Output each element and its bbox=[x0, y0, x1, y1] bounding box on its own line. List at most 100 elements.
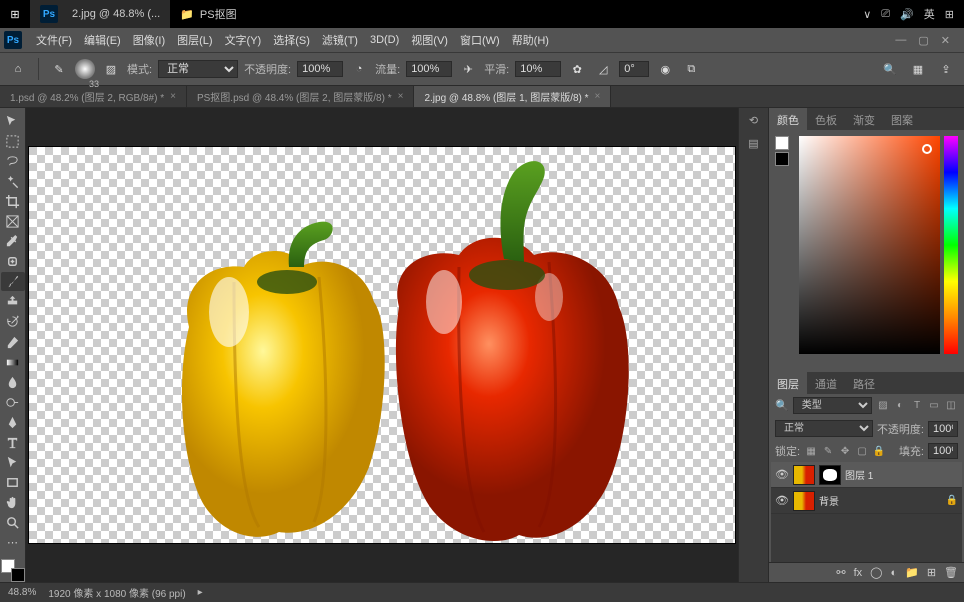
document-tab[interactable]: 1.psd @ 48.2% (图层 2, RGB/8#) *× bbox=[0, 86, 187, 107]
close-icon[interactable]: × bbox=[398, 91, 404, 102]
close-button[interactable]: ✕ bbox=[941, 34, 950, 47]
rectangle-tool[interactable] bbox=[1, 473, 25, 492]
minimize-button[interactable]: — bbox=[895, 34, 906, 47]
taskbar-item-photoshop[interactable]: Ps 2.jpg @ 48.8% (... bbox=[30, 0, 170, 28]
filter-shape-icon[interactable]: ▭ bbox=[927, 399, 941, 413]
panel-foreground-color[interactable] bbox=[775, 136, 789, 150]
tray-ime-icon[interactable]: 英 bbox=[924, 6, 935, 22]
lock-transparent-icon[interactable]: ▦ bbox=[804, 444, 818, 458]
document-tab[interactable]: PS抠图.psd @ 48.4% (图层 2, 图层蒙版/8) *× bbox=[187, 86, 415, 107]
tab-paths[interactable]: 路径 bbox=[845, 372, 883, 394]
layer-name[interactable]: 背景 bbox=[819, 493, 839, 508]
windows-start-button[interactable]: ⊞ bbox=[0, 0, 30, 28]
properties-panel-icon[interactable]: ▤ bbox=[748, 137, 758, 150]
edit-toolbar[interactable]: ⋯ bbox=[1, 533, 25, 552]
brush-preset-picker[interactable]: 33 bbox=[75, 59, 95, 79]
layer-name[interactable]: 图层 1 bbox=[845, 467, 873, 482]
workspace-icon[interactable]: ▦ bbox=[908, 59, 928, 79]
layer-thumbnail[interactable] bbox=[793, 465, 815, 485]
magic-wand-tool[interactable] bbox=[1, 172, 25, 191]
home-icon[interactable]: ⌂ bbox=[8, 59, 28, 79]
layer-blend-mode[interactable]: 正常 bbox=[775, 420, 873, 437]
share-icon[interactable]: ⇪ bbox=[936, 59, 956, 79]
close-icon[interactable]: × bbox=[170, 91, 176, 102]
menu-layer[interactable]: 图层(L) bbox=[171, 30, 218, 50]
tray-chevron-icon[interactable]: ∨ bbox=[863, 8, 871, 21]
tray-volume-icon[interactable]: 🔊 bbox=[900, 8, 914, 21]
smoothing-input[interactable] bbox=[515, 61, 561, 77]
clone-stamp-tool[interactable] bbox=[1, 292, 25, 311]
layer-thumbnail[interactable] bbox=[793, 491, 815, 511]
menu-help[interactable]: 帮助(H) bbox=[506, 30, 555, 50]
move-tool[interactable] bbox=[1, 112, 25, 131]
add-mask-icon[interactable]: ◯ bbox=[870, 566, 882, 579]
link-layers-icon[interactable]: ⚯ bbox=[836, 566, 845, 579]
mask-thumbnail[interactable] bbox=[819, 465, 841, 485]
dodge-tool[interactable] bbox=[1, 393, 25, 412]
tab-channels[interactable]: 通道 bbox=[807, 372, 845, 394]
color-swatches[interactable] bbox=[1, 559, 25, 582]
tray-action-center-icon[interactable]: ⊞ bbox=[945, 8, 954, 21]
path-selection-tool[interactable] bbox=[1, 453, 25, 472]
tray-display-icon[interactable]: ⎚ bbox=[881, 8, 890, 21]
zoom-tool[interactable] bbox=[1, 513, 25, 532]
close-icon[interactable]: × bbox=[595, 91, 601, 102]
hand-tool[interactable] bbox=[1, 493, 25, 512]
new-layer-icon[interactable]: ⊞ bbox=[927, 566, 936, 579]
menu-type[interactable]: 文字(Y) bbox=[219, 30, 268, 50]
smoothing-options-icon[interactable]: ✿ bbox=[567, 59, 587, 79]
tab-swatches[interactable]: 色板 bbox=[807, 108, 845, 130]
tab-gradients[interactable]: 渐变 bbox=[845, 108, 883, 130]
angle-icon[interactable]: ◿ bbox=[593, 59, 613, 79]
opacity-input[interactable] bbox=[297, 61, 343, 77]
app-icon[interactable]: Ps bbox=[4, 31, 22, 49]
flow-input[interactable] bbox=[406, 61, 452, 77]
type-tool[interactable] bbox=[1, 433, 25, 452]
menu-select[interactable]: 选择(S) bbox=[267, 30, 316, 50]
maximize-button[interactable]: ▢ bbox=[918, 34, 928, 47]
airbrush-icon[interactable]: ✈ bbox=[458, 59, 478, 79]
layer-row[interactable]: 👁 背景 🔒 bbox=[771, 488, 962, 514]
layer-filter-select[interactable]: 类型 bbox=[793, 397, 872, 414]
tab-color[interactable]: 颜色 bbox=[769, 108, 807, 130]
layer-style-icon[interactable]: fx bbox=[854, 567, 863, 579]
background-color[interactable] bbox=[11, 568, 25, 582]
menu-filter[interactable]: 滤镜(T) bbox=[316, 30, 364, 50]
filter-smart-icon[interactable]: ◫ bbox=[944, 399, 958, 413]
visibility-toggle[interactable]: 👁 bbox=[775, 468, 789, 481]
brush-tool-icon[interactable]: ✎ bbox=[49, 59, 69, 79]
layer-fill-input[interactable] bbox=[928, 443, 958, 459]
filter-type-icon[interactable]: T bbox=[910, 399, 924, 413]
filter-adjust-icon[interactable]: ◐ bbox=[893, 399, 907, 413]
visibility-toggle[interactable]: 👁 bbox=[775, 494, 789, 507]
document-tab-active[interactable]: 2.jpg @ 48.8% (图层 1, 图层蒙版/8) *× bbox=[414, 86, 611, 107]
menu-3d[interactable]: 3D(D) bbox=[364, 32, 405, 48]
blend-mode-select[interactable]: 正常 bbox=[158, 60, 238, 78]
lock-image-icon[interactable]: ✎ bbox=[821, 444, 835, 458]
menu-image[interactable]: 图像(I) bbox=[127, 30, 171, 50]
menu-view[interactable]: 视图(V) bbox=[405, 30, 454, 50]
delete-layer-icon[interactable]: 🗑 bbox=[944, 566, 958, 579]
zoom-level[interactable]: 48.8% bbox=[8, 587, 36, 598]
lasso-tool[interactable] bbox=[1, 152, 25, 171]
pressure-opacity-icon[interactable]: ◔ bbox=[349, 59, 369, 79]
crop-tool[interactable] bbox=[1, 192, 25, 211]
eraser-tool[interactable] bbox=[1, 333, 25, 352]
tab-layers[interactable]: 图层 bbox=[769, 372, 807, 394]
blur-tool[interactable] bbox=[1, 373, 25, 392]
marquee-tool[interactable] bbox=[1, 132, 25, 151]
group-icon[interactable]: 📁 bbox=[905, 566, 919, 579]
search-icon[interactable]: 🔍 bbox=[880, 59, 900, 79]
hue-slider[interactable] bbox=[944, 136, 958, 354]
filter-image-icon[interactable]: ▨ bbox=[876, 399, 890, 413]
tab-patterns[interactable]: 图案 bbox=[883, 108, 921, 130]
document-canvas[interactable] bbox=[28, 146, 736, 544]
menu-edit[interactable]: 编辑(E) bbox=[78, 30, 127, 50]
gradient-tool[interactable] bbox=[1, 353, 25, 372]
menu-file[interactable]: 文件(F) bbox=[30, 30, 78, 50]
lock-artboard-icon[interactable]: ▢ bbox=[855, 444, 869, 458]
layer-opacity-input[interactable] bbox=[928, 421, 958, 437]
healing-brush-tool[interactable] bbox=[1, 252, 25, 271]
panel-background-color[interactable] bbox=[775, 152, 789, 166]
lock-position-icon[interactable]: ✥ bbox=[838, 444, 852, 458]
